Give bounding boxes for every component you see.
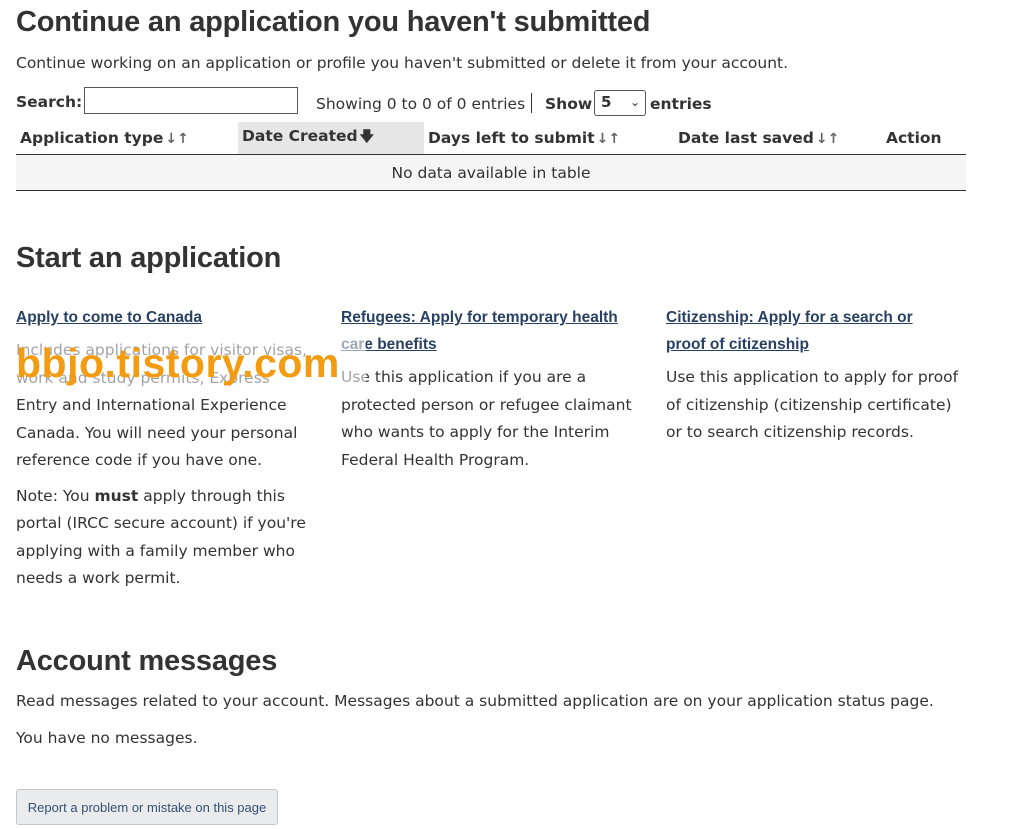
column-days-left[interactable]: Days left to submit ↓↑ bbox=[424, 122, 674, 155]
continue-description: Continue working on an application or pr… bbox=[16, 54, 789, 72]
column-application-type[interactable]: Application type ↓↑ bbox=[16, 122, 238, 155]
entries-label: entries bbox=[650, 95, 712, 113]
search-label: Search: bbox=[16, 93, 83, 111]
show-label: Show bbox=[545, 95, 593, 113]
entries-per-page-value: 5 bbox=[601, 93, 612, 111]
sort-both-icon: ↓↑ bbox=[815, 131, 840, 147]
account-messages-description: Read messages related to your account. M… bbox=[16, 692, 934, 710]
empty-table-message: No data available in table bbox=[16, 154, 966, 191]
start-heading: Start an application bbox=[16, 242, 282, 274]
divider bbox=[531, 93, 532, 113]
chevron-down-icon: ⌄ bbox=[629, 95, 640, 109]
citizenship-description: Use this application to apply for proof … bbox=[666, 368, 959, 441]
applications-table: Application type ↓↑ Date Created 🡇 Days le… bbox=[16, 122, 966, 191]
account-messages-heading: Account messages bbox=[16, 645, 278, 677]
continue-heading: Continue an application you haven't subm… bbox=[16, 6, 651, 38]
table-controls: Search: Showing 0 to 0 of 0 entries Show… bbox=[16, 86, 966, 118]
option-refugee-health: Refugees: Apply for temporary health care… bbox=[341, 304, 641, 482]
report-problem-button[interactable]: Report a problem or mistake on this page bbox=[16, 789, 278, 825]
table-row: No data available in table bbox=[16, 154, 966, 191]
watermark-text: bbjo.tistory.com bbox=[16, 340, 340, 386]
column-action: Action bbox=[882, 122, 966, 155]
entries-info: Showing 0 to 0 of 0 entries bbox=[316, 95, 526, 113]
table-header-row: Application type ↓↑ Date Created 🡇 Days le… bbox=[16, 122, 966, 155]
column-date-last-saved[interactable]: Date last saved ↓↑ bbox=[674, 122, 882, 155]
entries-per-page-select[interactable]: 5 ⌄ bbox=[594, 90, 646, 116]
watermark: bbjo.tistory.com bbox=[16, 335, 366, 395]
refugee-health-description: Use this application if you are a protec… bbox=[341, 368, 632, 469]
option-citizenship: Citizenship: Apply for a search or proof … bbox=[666, 304, 966, 455]
refugee-health-link[interactable]: Refugees: Apply for temporary health care… bbox=[341, 304, 641, 358]
sort-both-icon: ↓↑ bbox=[165, 131, 189, 147]
search-input[interactable] bbox=[84, 87, 298, 114]
no-messages-text: You have no messages. bbox=[16, 729, 198, 747]
apply-to-canada-link[interactable]: Apply to come to Canada bbox=[16, 304, 316, 331]
sort-both-icon: ↓↑ bbox=[596, 131, 621, 147]
apply-to-canada-note: Note: You must apply through this portal… bbox=[16, 486, 306, 588]
sort-desc-icon: 🡇 bbox=[359, 129, 375, 145]
citizenship-link[interactable]: Citizenship: Apply for a search or proof … bbox=[666, 304, 966, 358]
column-date-created[interactable]: Date Created 🡇 bbox=[238, 122, 424, 155]
